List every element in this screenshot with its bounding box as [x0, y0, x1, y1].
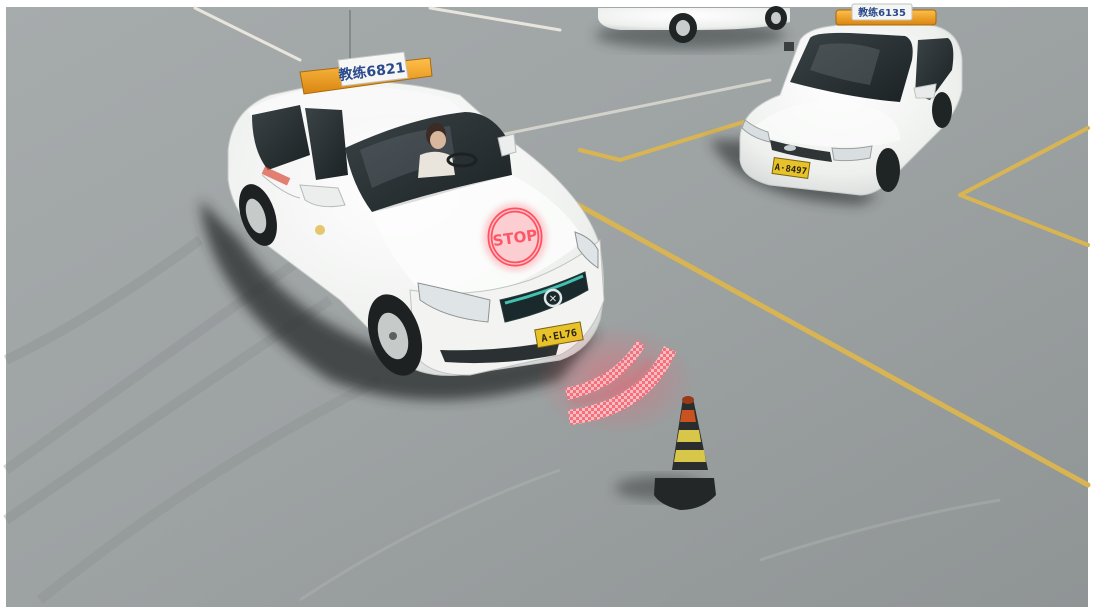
svg-text:✕: ✕: [549, 294, 557, 305]
radar-warning-arcs: [535, 325, 695, 435]
driving-school-scene: A·8497 教练6135 ✕ A·EL76 教练6821 STOP: [0, 0, 1094, 610]
stop-warning-hologram: STOP: [483, 203, 547, 271]
right-car-roof-sign: 教练6135: [857, 6, 906, 19]
top-parked-car: [595, 6, 790, 49]
